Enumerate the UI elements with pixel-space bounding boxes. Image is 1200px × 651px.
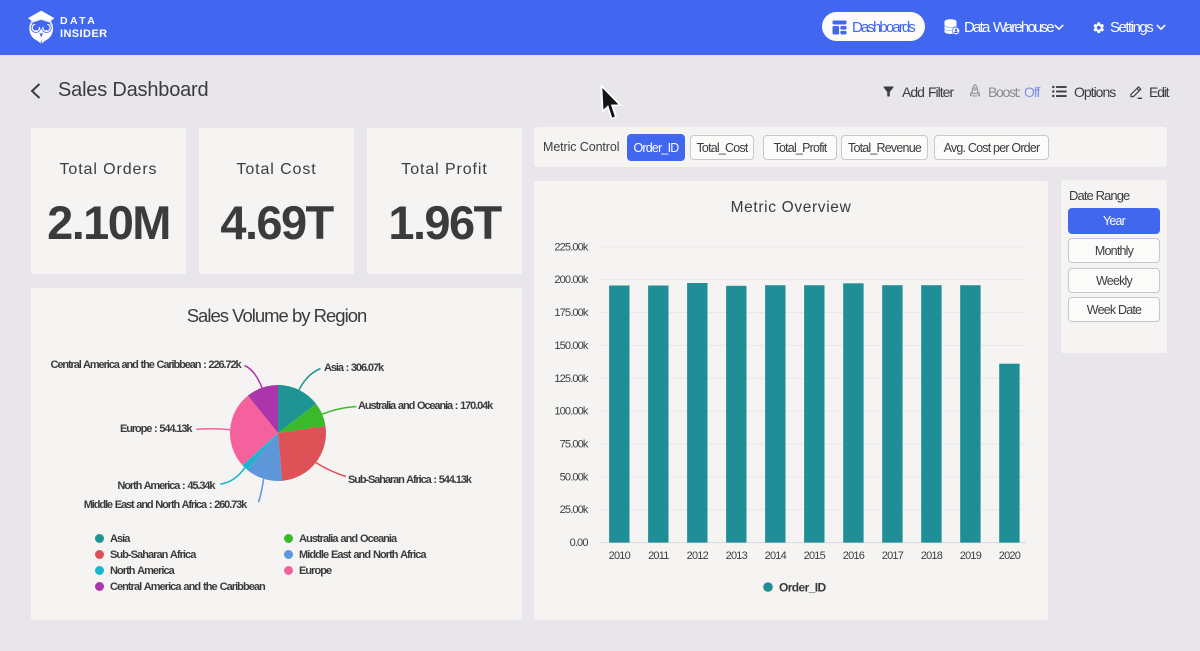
svg-text:2011: 2011: [648, 550, 669, 562]
svg-text:2010: 2010: [609, 550, 631, 562]
svg-text:225.00k: 225.00k: [554, 241, 589, 253]
svg-text:2015: 2015: [804, 550, 826, 562]
svg-text:200.00k: 200.00k: [554, 274, 589, 286]
svg-text:100.00k: 100.00k: [554, 406, 589, 418]
svg-text:150.00k: 150.00k: [554, 340, 589, 352]
svg-text:2014: 2014: [765, 550, 787, 562]
svg-text:2017: 2017: [882, 550, 904, 562]
svg-text:125.00k: 125.00k: [554, 373, 589, 385]
svg-text:25.00k: 25.00k: [560, 504, 589, 516]
svg-text:Order_ID: Order_ID: [779, 581, 826, 595]
svg-text:50.00k: 50.00k: [560, 471, 589, 483]
svg-text:0.00: 0.00: [570, 537, 589, 549]
svg-text:75.00k: 75.00k: [560, 439, 589, 451]
svg-text:2019: 2019: [960, 550, 982, 562]
svg-text:2012: 2012: [687, 550, 709, 562]
svg-text:2013: 2013: [726, 550, 748, 562]
svg-text:175.00k: 175.00k: [554, 307, 589, 319]
svg-text:2016: 2016: [843, 550, 865, 562]
svg-text:2018: 2018: [921, 550, 943, 562]
svg-text:2020: 2020: [999, 550, 1021, 562]
